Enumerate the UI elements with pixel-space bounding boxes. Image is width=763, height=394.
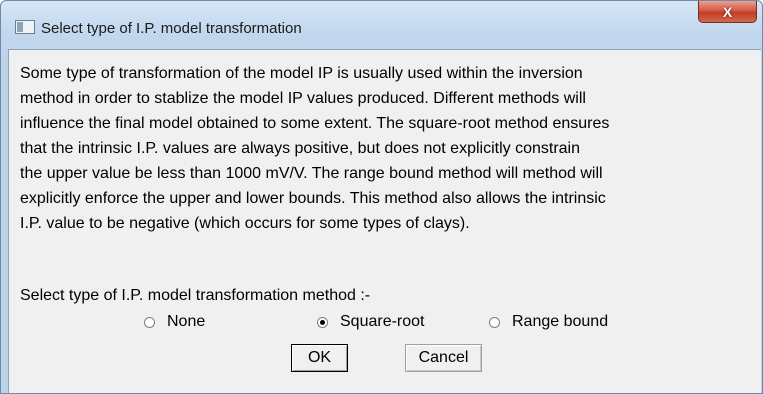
description-line: explicitly enforce the upper and lower b… <box>20 190 606 207</box>
radio-label-square-root: Square-root <box>340 313 425 330</box>
radio-label-range-bound: Range bound <box>512 313 609 330</box>
dialog-window: Select type of I.P. model transformation… <box>0 0 763 394</box>
window-icon <box>15 20 35 34</box>
radio-selected-dot <box>320 319 325 325</box>
description-line: I.P. value to be negative (which occurs … <box>20 215 470 232</box>
method-prompt: Select type of I.P. model transformation… <box>20 287 371 304</box>
radio-option-range-bound[interactable]: Range bound <box>489 312 608 332</box>
close-button[interactable]: X <box>698 1 757 23</box>
ok-button[interactable]: OK <box>291 344 348 372</box>
description-line: influence the final model obtained to so… <box>20 115 610 132</box>
cancel-button[interactable]: Cancel <box>405 344 482 372</box>
description-line: the upper value be less than 1000 mV/V. … <box>20 165 603 182</box>
radio-label-none: None <box>167 313 206 330</box>
description-line: that the intrinsic I.P. values are alway… <box>20 140 580 157</box>
radio-button-none[interactable] <box>144 316 155 328</box>
description-text: Some type of transformation of the model… <box>20 61 750 236</box>
window-title: Select type of I.P. model transformation <box>41 20 302 37</box>
close-icon: X <box>722 3 733 20</box>
description-line: Some type of transformation of the model… <box>20 65 583 82</box>
radio-button-square-root[interactable] <box>317 316 328 328</box>
description-line: method in order to stablize the model IP… <box>20 90 586 107</box>
radio-option-none[interactable]: None <box>144 312 205 332</box>
radio-button-range-bound[interactable] <box>489 316 500 328</box>
radio-option-square-root[interactable]: Square-root <box>317 312 425 332</box>
dialog-body: Some type of transformation of the model… <box>8 49 761 393</box>
title-bar[interactable]: Select type of I.P. model transformation… <box>1 1 762 47</box>
